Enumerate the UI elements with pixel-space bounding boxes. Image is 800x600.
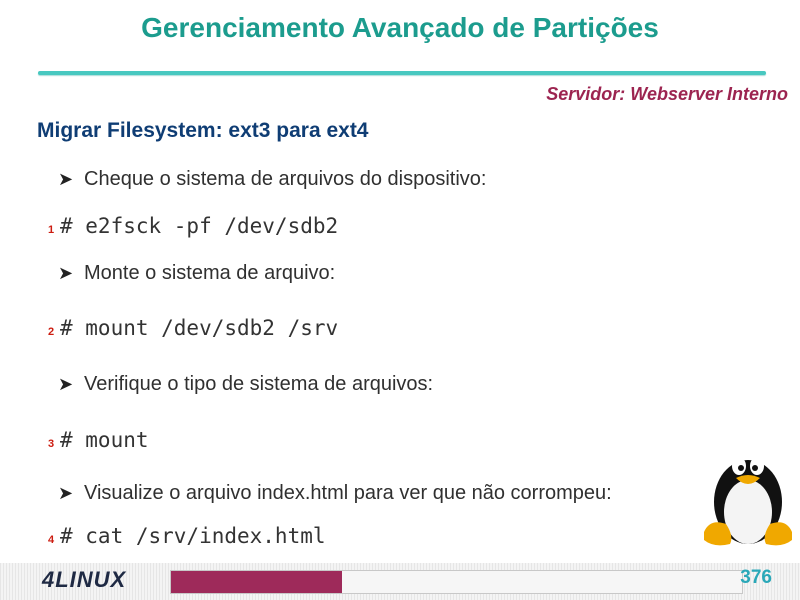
server-label: Servidor: Webserver Interno	[546, 84, 788, 104]
arrow-bullet-icon: ➤	[58, 483, 74, 503]
title-divider	[38, 71, 766, 75]
arrow-bullet-icon: ➤	[58, 374, 74, 394]
step-2-code: # mount /dev/sdb2 /srv	[60, 316, 339, 340]
step-2-text: Monte o sistema de arquivo:	[84, 262, 336, 284]
step-2-number: 2	[48, 326, 55, 338]
section-heading: Migrar Filesystem: ext3 para ext4	[37, 119, 369, 142]
page-number: 376	[740, 567, 772, 588]
step-2-command: 2 # mount /dev/sdb2 /srv	[48, 316, 338, 340]
step-1-number: 1	[48, 224, 55, 236]
step-4-code: # cat /srv/index.html	[60, 524, 326, 548]
step-1-code: # e2fsck -pf /dev/sdb2	[60, 214, 339, 238]
tux-penguin-icon	[704, 457, 792, 546]
step-4-number: 4	[48, 534, 55, 546]
step-4-command: 4 # cat /srv/index.html	[48, 524, 326, 548]
step-3-text: Verifique o tipo de sistema de arquivos:	[84, 373, 434, 395]
step-1-text: Cheque o sistema de arquivos do disposit…	[84, 168, 487, 190]
step-4-text: Visualize o arquivo index.html para ver …	[84, 482, 612, 504]
slide-title: Gerenciamento Avançado de Partições	[141, 12, 659, 43]
step-1-bullet: ➤ Cheque o sistema de arquivos do disposi…	[58, 168, 486, 191]
slide-progress-fill	[171, 571, 343, 593]
step-3-command: 3 # mount	[48, 428, 149, 452]
step-1-command: 1 # e2fsck -pf /dev/sdb2	[48, 214, 338, 238]
step-4-bullet: ➤ Visualize o arquivo index.html para ver…	[58, 482, 612, 505]
step-3-bullet: ➤ Verifique o tipo de sistema de arquivos…	[58, 373, 433, 396]
slide-progress-bar	[170, 570, 743, 594]
step-3-number: 3	[48, 438, 55, 450]
arrow-bullet-icon: ➤	[58, 169, 74, 189]
4linux-logo: 4LINUX	[42, 567, 127, 592]
step-2-bullet: ➤ Monte o sistema de arquivo:	[58, 262, 335, 285]
arrow-bullet-icon: ➤	[58, 263, 74, 283]
step-3-code: # mount	[60, 428, 149, 452]
